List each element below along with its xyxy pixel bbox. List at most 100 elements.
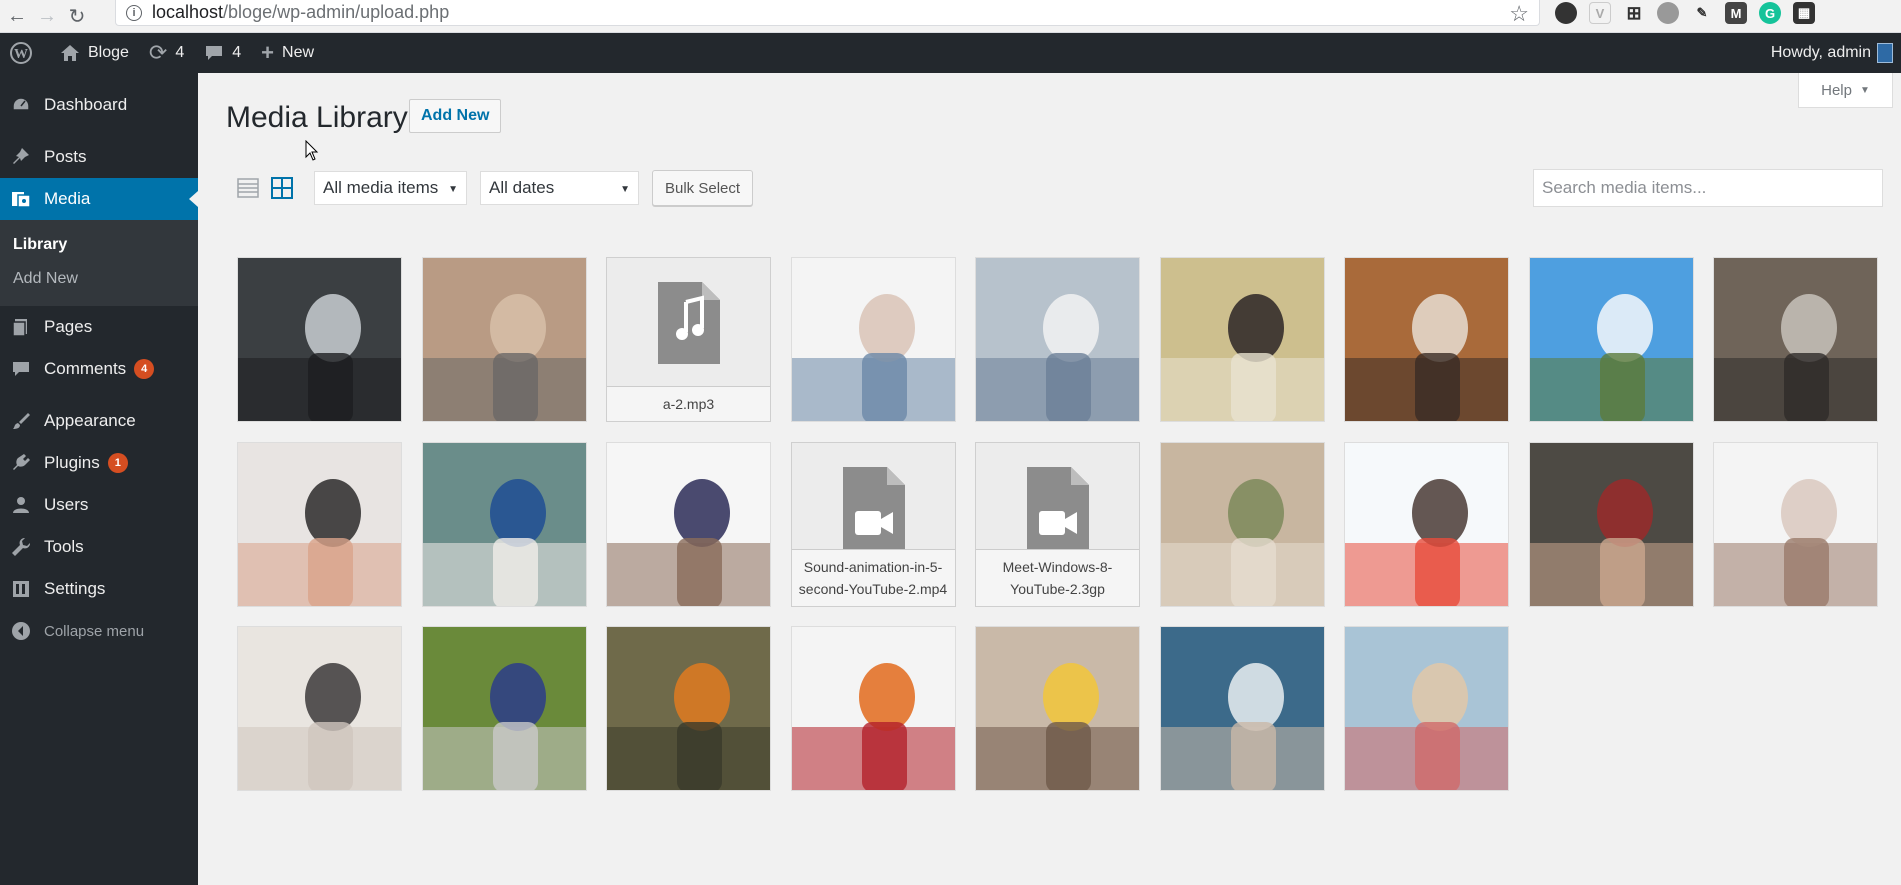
- extensions-bar: V ⊞ ✎ M G ▦: [1555, 0, 1815, 26]
- media-thumbnail[interactable]: [790, 626, 956, 791]
- search-media-input[interactable]: Search media items...: [1533, 169, 1883, 207]
- menu-comments[interactable]: Comments 4: [0, 348, 198, 390]
- menu-users[interactable]: Users: [0, 484, 198, 526]
- wp-logo-icon[interactable]: W: [0, 33, 50, 73]
- collapse-menu-button[interactable]: Collapse menu: [0, 610, 198, 652]
- media-thumbnail[interactable]: [975, 626, 1140, 791]
- comments-badge: 4: [134, 359, 155, 379]
- photo-thumbnail-image: [791, 627, 955, 790]
- media-thumbnail[interactable]: [237, 441, 402, 607]
- media-thumbnail[interactable]: [1159, 257, 1325, 422]
- media-thumbnail[interactable]: [1528, 257, 1694, 422]
- media-file-tile[interactable]: Meet-Windows-8-YouTube-2.3gp: [975, 441, 1140, 607]
- menu-settings-label: Settings: [44, 579, 106, 598]
- howdy-text: Howdy, admin: [1770, 44, 1871, 61]
- photo-thumbnail-image: [238, 627, 401, 790]
- media-thumbnail[interactable]: [1713, 441, 1878, 607]
- extension-circle-icon[interactable]: [1555, 2, 1577, 24]
- settings-icon: [10, 578, 32, 600]
- site-name-link[interactable]: Bloge: [50, 33, 139, 73]
- media-type-filter[interactable]: All media items ▼: [314, 171, 467, 205]
- menu-media[interactable]: Media: [0, 178, 198, 220]
- plus-icon: +: [261, 40, 275, 65]
- media-thumbnail[interactable]: [421, 257, 587, 422]
- photo-thumbnail-image: [238, 258, 401, 421]
- photo-thumbnail-image: [1714, 258, 1877, 421]
- grid-view-icon[interactable]: [270, 176, 294, 200]
- forward-icon[interactable]: →: [34, 3, 60, 29]
- menu-plugins[interactable]: Plugins 1: [0, 442, 198, 484]
- pages-icon: [10, 316, 32, 338]
- photo-thumbnail-image: [238, 442, 401, 606]
- photo-thumbnail-image: [1714, 442, 1877, 606]
- photo-thumbnail-image: [1529, 442, 1693, 606]
- date-filter[interactable]: All dates ▼: [480, 171, 639, 205]
- media-thumbnail[interactable]: [975, 257, 1140, 422]
- media-thumbnail[interactable]: [606, 626, 771, 791]
- collapse-menu-label: Collapse menu: [44, 622, 145, 640]
- video-file-icon: [1027, 466, 1089, 554]
- info-icon[interactable]: i: [126, 4, 142, 21]
- photo-thumbnail-image: [1345, 442, 1508, 606]
- menu-tools[interactable]: Tools: [0, 526, 198, 568]
- photo-thumbnail-image: [1345, 258, 1508, 421]
- extension-cloud-icon[interactable]: [1657, 2, 1679, 24]
- media-thumbnail[interactable]: [1159, 441, 1325, 607]
- media-thumbnail[interactable]: [237, 257, 402, 422]
- updates-icon: ⟳: [148, 40, 168, 65]
- menu-dashboard[interactable]: Dashboard: [0, 84, 198, 126]
- reload-icon[interactable]: ↻: [64, 3, 90, 29]
- help-tab-button[interactable]: Help ▼: [1798, 73, 1893, 108]
- photo-thumbnail-image: [791, 258, 955, 421]
- media-file-tile[interactable]: Sound-animation-in-5-second-YouTube-2.mp…: [790, 441, 956, 607]
- media-thumbnail[interactable]: [606, 441, 771, 607]
- extension-shield-icon[interactable]: V: [1589, 2, 1611, 24]
- submenu-library[interactable]: Library: [0, 228, 198, 262]
- media-file-tile[interactable]: a-2.mp3: [606, 257, 771, 422]
- submenu-add-new[interactable]: Add New: [0, 262, 198, 296]
- media-thumbnail[interactable]: [421, 441, 587, 607]
- media-thumbnail[interactable]: [1159, 626, 1325, 791]
- extension-film-icon[interactable]: ▦: [1793, 2, 1815, 24]
- media-thumbnail[interactable]: [1344, 626, 1509, 791]
- address-bar[interactable]: i localhost/bloge/wp-admin/upload.php ☆: [115, 0, 1540, 26]
- media-type-value: All media items: [323, 178, 439, 197]
- menu-appearance[interactable]: Appearance: [0, 400, 198, 442]
- list-view-icon[interactable]: [236, 176, 260, 200]
- audio-file-icon: [658, 282, 720, 369]
- collapse-arrow-icon: [10, 620, 32, 642]
- media-thumbnail[interactable]: [421, 626, 587, 791]
- wp-admin-bar: W Bloge ⟳ 4 4 + New Howdy, admin: [0, 33, 1901, 73]
- url-host: localhost: [152, 2, 224, 22]
- photo-thumbnail-image: [422, 258, 586, 421]
- media-thumbnail[interactable]: [237, 626, 402, 791]
- menu-comments-label: Comments: [44, 359, 127, 378]
- photo-thumbnail-image: [976, 627, 1139, 790]
- media-filename: Sound-animation-in-5-second-YouTube-2.mp…: [791, 548, 955, 606]
- extension-grammarly-icon[interactable]: G: [1759, 2, 1781, 24]
- media-thumbnail[interactable]: [790, 257, 956, 422]
- media-thumbnail[interactable]: [1528, 441, 1694, 607]
- new-content-link[interactable]: + New: [251, 33, 324, 73]
- back-icon[interactable]: ←: [4, 3, 30, 29]
- my-account[interactable]: Howdy, admin: [1771, 33, 1893, 73]
- bookmark-star-icon[interactable]: ☆: [1509, 1, 1529, 27]
- add-new-button[interactable]: Add New: [409, 99, 502, 133]
- site-name: Bloge: [88, 44, 129, 61]
- bulk-select-button[interactable]: Bulk Select: [652, 170, 754, 206]
- menu-posts[interactable]: Posts: [0, 136, 198, 178]
- media-thumbnail[interactable]: [1713, 257, 1878, 422]
- menu-pages[interactable]: Pages: [0, 306, 198, 348]
- date-filter-value: All dates: [489, 178, 555, 197]
- dropdown-caret-icon: ▼: [448, 184, 458, 195]
- media-thumbnail[interactable]: [1344, 257, 1509, 422]
- menu-settings[interactable]: Settings: [0, 568, 198, 610]
- page-title: Media Library: [226, 101, 408, 134]
- comments-link[interactable]: 4: [194, 33, 251, 73]
- extension-crop-icon[interactable]: ⊞: [1623, 2, 1645, 24]
- updates-link[interactable]: ⟳ 4: [139, 33, 194, 73]
- photo-thumbnail-image: [607, 627, 770, 790]
- extension-m-icon[interactable]: M: [1725, 2, 1747, 24]
- extension-eyedropper-icon[interactable]: ✎: [1691, 2, 1713, 24]
- media-thumbnail[interactable]: [1344, 441, 1509, 607]
